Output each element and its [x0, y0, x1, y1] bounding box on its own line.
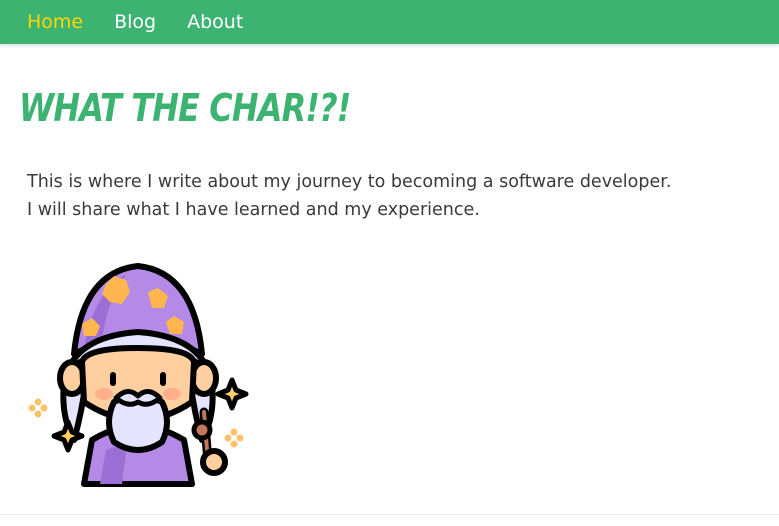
nav-link-home[interactable]: Home: [27, 12, 83, 32]
intro-text: This is where I write about my journey t…: [27, 168, 727, 224]
nav-link-blog[interactable]: Blog: [114, 12, 156, 32]
intro-line: This is where I write about my journey t…: [27, 172, 672, 192]
divider: [0, 514, 779, 515]
nav-link-about[interactable]: About: [187, 12, 243, 32]
wizard-icon: [22, 262, 254, 490]
page-title: WHAT THE CHAR!?!: [19, 86, 351, 130]
top-navbar: Home Blog About: [0, 0, 779, 44]
intro-line: I will share what I have learned and my …: [27, 200, 480, 220]
